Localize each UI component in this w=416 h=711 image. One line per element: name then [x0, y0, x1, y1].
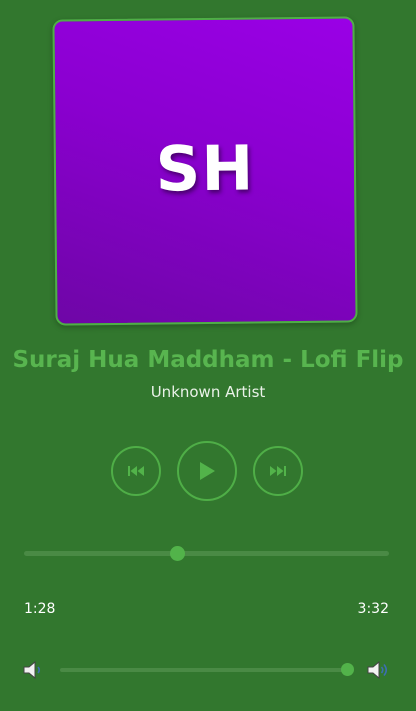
play-button[interactable]	[177, 441, 237, 501]
volume-thumb[interactable]	[340, 663, 354, 676]
next-button[interactable]	[253, 446, 303, 496]
skip-next-icon	[270, 466, 286, 476]
track-artist: Unknown Artist	[150, 383, 266, 401]
play-icon	[200, 462, 215, 480]
total-time: 3:32	[357, 601, 389, 617]
volume-slider[interactable]	[60, 663, 354, 676]
album-art-initials: SH	[155, 130, 255, 206]
speaker-high-icon[interactable]	[367, 659, 391, 681]
track-title: Suraj Hua Maddham - Lofi Flip	[12, 347, 404, 373]
skip-previous-icon	[128, 466, 144, 476]
progress-bar[interactable]	[24, 546, 389, 561]
current-time: 1:28	[24, 601, 56, 617]
album-art: SH	[52, 16, 358, 326]
previous-button[interactable]	[111, 446, 161, 496]
progress-thumb[interactable]	[169, 546, 185, 561]
music-player: SH Suraj Hua Maddham - Lofi Flip Unknown…	[0, 0, 416, 711]
speaker-low-icon[interactable]	[22, 659, 46, 681]
